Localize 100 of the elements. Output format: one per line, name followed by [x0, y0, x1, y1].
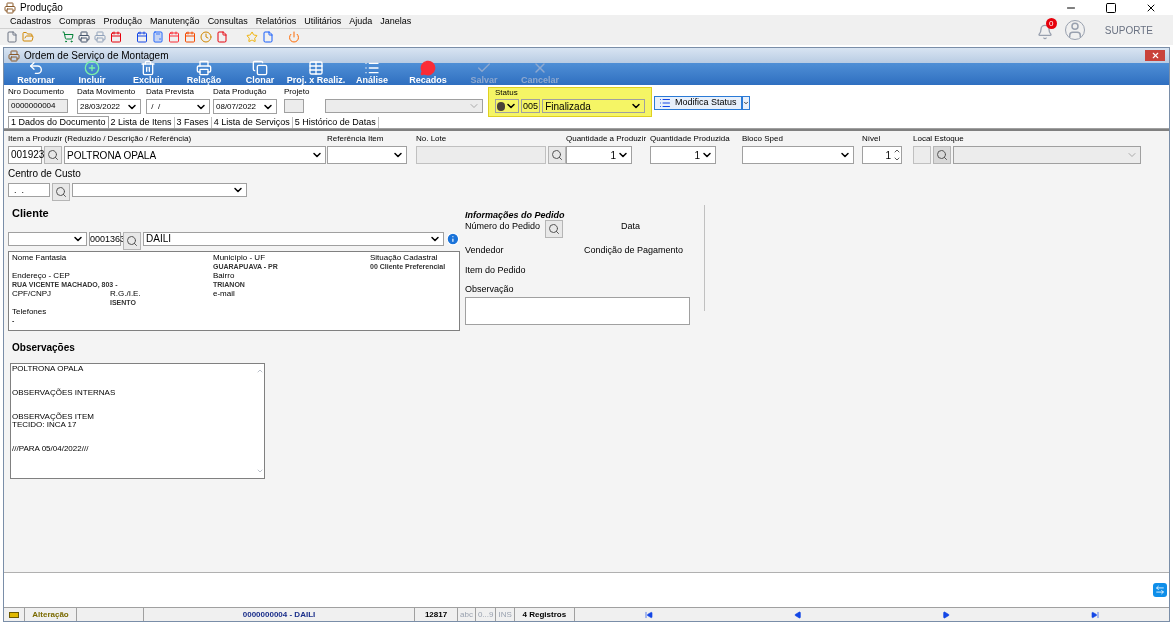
- calendar-icon[interactable]: [184, 31, 196, 43]
- menu-item[interactable]: Relatórios: [255, 14, 297, 29]
- field-label: Referência Item: [327, 134, 384, 144]
- status-indicator: 0...9: [474, 608, 496, 621]
- field-label: Quantidade a Produzir: [566, 134, 647, 144]
- toolbar-button[interactable]: Retornar: [8, 60, 64, 85]
- tab[interactable]: 2 Lista de Itens: [108, 117, 175, 128]
- next-record-icon[interactable]: [942, 610, 951, 619]
- input-field[interactable]: 0000000004: [8, 99, 68, 113]
- dropdown-field[interactable]: DAILI: [143, 231, 445, 246]
- trash-icon: [140, 60, 156, 76]
- dropdown-field[interactable]: 28/03/2022: [77, 99, 141, 114]
- document-icon[interactable]: [262, 31, 274, 43]
- dropdown-field[interactable]: [325, 99, 483, 113]
- table-icon: [308, 60, 324, 76]
- menu-item[interactable]: Compras: [59, 14, 96, 29]
- undo-icon: [28, 60, 44, 76]
- dropdown-button[interactable]: [741, 96, 750, 110]
- code-field[interactable]: 0001363: [89, 231, 122, 246]
- dropdown-field[interactable]: [327, 146, 407, 164]
- input-field[interactable]: . .: [8, 183, 50, 197]
- search-icon: [548, 223, 560, 235]
- dropdown-field[interactable]: Finalizada: [542, 99, 645, 113]
- calendar-icon[interactable]: [136, 31, 148, 43]
- dropdown-field[interactable]: [742, 146, 854, 164]
- tab[interactable]: 4 Lista de Serviços: [211, 117, 293, 128]
- dropdown-field[interactable]: [8, 231, 88, 246]
- tab[interactable]: 3 Fases: [174, 117, 212, 128]
- search-button[interactable]: [933, 146, 951, 164]
- dropdown-field[interactable]: [953, 146, 1141, 164]
- dropdown-field[interactable]: [72, 183, 247, 197]
- search-button[interactable]: [52, 183, 70, 201]
- code-field[interactable]: 005: [521, 99, 541, 113]
- list-icon: [364, 60, 380, 76]
- calendar-icon[interactable]: [110, 31, 122, 43]
- detail-label: e-mail: [213, 288, 235, 298]
- field-label: Local Estoque: [913, 134, 964, 144]
- speech-bubble-icon: [420, 60, 436, 76]
- field-label: Bloco Sped: [742, 134, 783, 144]
- detail-label: Endereço - CEP: [12, 270, 70, 280]
- field-label: Item do Pedido: [465, 263, 527, 277]
- modify-status-button[interactable]: Modifica Status: [654, 96, 742, 110]
- calculator-icon[interactable]: [152, 31, 164, 43]
- search-button[interactable]: [44, 146, 62, 164]
- last-record-icon[interactable]: [1090, 610, 1099, 619]
- field-label: Condição de Pagamento: [584, 244, 684, 257]
- tab[interactable]: 5 Histórico de Datas: [292, 117, 379, 128]
- menu-item[interactable]: Janelas: [380, 14, 412, 29]
- clock-icon[interactable]: [200, 31, 212, 43]
- first-record-icon[interactable]: [645, 610, 654, 619]
- status-record: 0000000004 - DAILI: [143, 608, 414, 621]
- search-button[interactable]: [123, 231, 142, 250]
- input-field[interactable]: [284, 99, 304, 113]
- dropdown-field[interactable]: / /: [146, 99, 210, 114]
- toolbar-button[interactable]: Incluir: [64, 60, 120, 85]
- menu-item[interactable]: Produção: [103, 14, 143, 29]
- info-icon[interactable]: [446, 231, 460, 246]
- toolbar-button[interactable]: Proj. x Realiz.: [288, 60, 344, 85]
- field-label: Quantidade Produzida: [650, 134, 730, 144]
- dropdown-field[interactable]: 08/07/2022: [213, 99, 277, 114]
- text-area[interactable]: POLTRONA OPALA OBSERVAÇÕES INTERNAS OBSERVAÇÕES ITEM TECIDO: INCA 17 ///PARA 05/04/2022///: [10, 362, 265, 479]
- menu-item[interactable]: Utilitários: [304, 14, 342, 29]
- section-heading: Observações: [11, 340, 76, 355]
- printer-icon: [196, 60, 212, 76]
- dropdown-field[interactable]: POLTRONA OPALA: [64, 146, 326, 164]
- toolbar-button[interactable]: Clonar: [232, 60, 288, 85]
- power-icon[interactable]: [288, 31, 300, 43]
- menu-item[interactable]: Consultas: [207, 14, 248, 29]
- previous-record-icon[interactable]: [793, 610, 802, 619]
- menu-item[interactable]: Cadastros: [10, 14, 52, 29]
- calendar-icon[interactable]: [168, 31, 180, 43]
- tab[interactable]: 1 Dados do Documento: [8, 116, 109, 128]
- menu-item[interactable]: Ajuda: [349, 14, 373, 29]
- color-picker[interactable]: [495, 99, 519, 113]
- code-field[interactable]: 001923: [8, 146, 42, 164]
- folder-icon[interactable]: [22, 31, 34, 43]
- cart-icon[interactable]: [62, 31, 74, 43]
- window-title: Produção: [20, 1, 63, 15]
- input-field[interactable]: [913, 146, 931, 164]
- printer-icon[interactable]: [78, 31, 90, 43]
- maximize-icon[interactable]: [1105, 1, 1117, 14]
- document-icon[interactable]: [216, 31, 228, 43]
- toolbar-button[interactable]: Excluir: [120, 60, 176, 85]
- toolbar-button[interactable]: Relação: [176, 60, 232, 85]
- menu-item[interactable]: Manutenção: [150, 14, 200, 29]
- document-icon[interactable]: [6, 31, 18, 43]
- toolbar-button[interactable]: Análise: [344, 60, 400, 85]
- star-icon[interactable]: [246, 31, 258, 43]
- search-icon: [551, 149, 563, 161]
- input-field[interactable]: [416, 146, 546, 164]
- bell-icon[interactable]: [1036, 24, 1053, 40]
- toolbar-button[interactable]: Recados: [400, 60, 456, 85]
- dropdown-field[interactable]: 1: [566, 146, 632, 164]
- text-area[interactable]: [465, 296, 690, 325]
- spinner-field[interactable]: 1: [862, 146, 902, 164]
- dropdown-field[interactable]: 1: [650, 146, 716, 164]
- search-button[interactable]: [548, 146, 566, 164]
- search-button[interactable]: [545, 220, 563, 238]
- close-button[interactable]: [1145, 50, 1165, 61]
- detail-label: Telefones: [12, 306, 47, 316]
